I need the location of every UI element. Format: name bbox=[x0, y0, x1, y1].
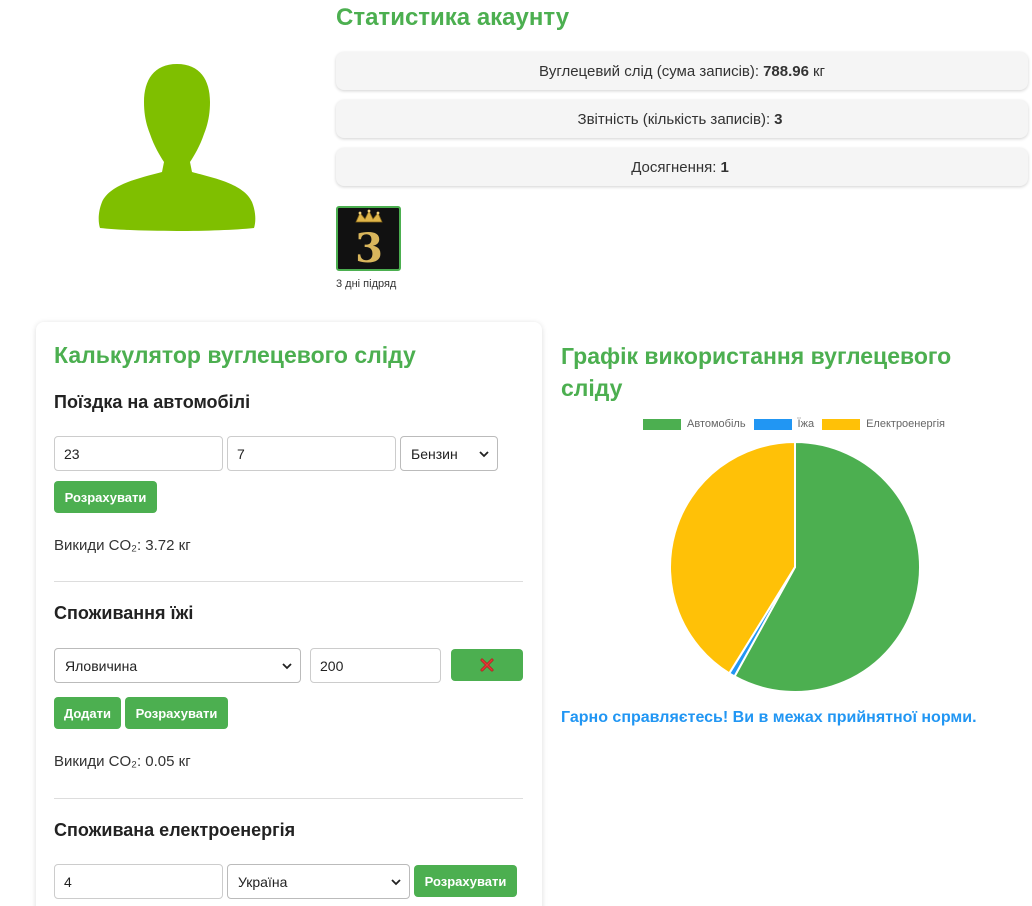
car-calculate-button[interactable]: Розрахувати bbox=[54, 481, 157, 513]
electricity-calculate-button[interactable]: Розрахувати bbox=[414, 865, 517, 897]
car-section-title: Поїздка на автомобілі bbox=[54, 392, 251, 412]
fuel-select[interactable]: Бензин bbox=[400, 436, 498, 471]
food-section-title: Споживання їжі bbox=[54, 603, 194, 623]
pie-chart bbox=[669, 440, 921, 693]
stat-footprint-label: Вуглецевий слід (сума записів): bbox=[538, 62, 760, 80]
country-select-value: Україна bbox=[238, 873, 288, 890]
car-distance-input[interactable]: 23 bbox=[54, 436, 223, 471]
divider bbox=[54, 581, 523, 582]
legend-swatch bbox=[822, 418, 861, 430]
legend-swatch bbox=[753, 418, 792, 430]
food-remove-button[interactable] bbox=[451, 649, 523, 681]
electricity-section-title: Споживана електроенергія bbox=[54, 820, 296, 840]
legend-item[interactable]: Електроенергія bbox=[822, 418, 945, 430]
food-select[interactable]: Яловичина bbox=[54, 648, 301, 683]
stats-title: Статистика акаунту bbox=[336, 4, 570, 31]
fuel-select-value: Бензин bbox=[411, 445, 458, 462]
stat-records: Звітність (кількість записів): 3 bbox=[336, 100, 1028, 138]
calculator-title: Калькулятор вуглецевого сліду bbox=[54, 342, 416, 368]
user-silhouette-icon bbox=[98, 64, 256, 231]
stat-footprint-unit: кг bbox=[812, 62, 825, 80]
legend-item[interactable]: Автомобіль bbox=[643, 418, 746, 430]
badge-caption: 3 дні підряд bbox=[336, 278, 397, 290]
stat-achievements: Досягнення: 1 bbox=[336, 148, 1028, 186]
stat-records-value: 3 bbox=[774, 110, 783, 128]
crown-icon bbox=[355, 209, 383, 223]
chart-legend: Автомобіль Їжа Електроенергія bbox=[643, 418, 953, 430]
chevron-down-icon bbox=[479, 450, 489, 457]
feedback-message: Гарно справляєтесь! Ви в межах прийнятно… bbox=[561, 709, 977, 726]
achievement-badge[interactable]: 3 bbox=[336, 206, 401, 271]
legend-label: Електроенергія bbox=[866, 418, 946, 430]
food-calculate-button[interactable]: Розрахувати bbox=[125, 697, 228, 729]
legend-item[interactable]: Їжа bbox=[753, 418, 815, 430]
car-result: Викиди CO₂: 3.72 кг bbox=[54, 537, 191, 554]
stat-achievements-label: Досягнення: bbox=[631, 158, 717, 176]
food-result: Викиди CO₂: 0.05 кг bbox=[54, 753, 191, 770]
chart-title: Графік використання вуглецевого сліду bbox=[561, 343, 952, 401]
stat-footprint-value: 788.96 bbox=[763, 62, 809, 80]
close-icon bbox=[480, 658, 494, 672]
legend-swatch bbox=[643, 418, 681, 430]
electricity-kwh-input[interactable]: 4 bbox=[54, 864, 223, 899]
stat-footprint: Вуглецевий слід (сума записів): 788.96 к… bbox=[336, 52, 1028, 90]
badge-number: 3 bbox=[355, 225, 383, 269]
food-select-value: Яловичина bbox=[65, 657, 138, 674]
divider bbox=[54, 798, 523, 799]
stat-records-label: Звітність (кількість записів): bbox=[577, 110, 771, 128]
country-select[interactable]: Україна bbox=[227, 864, 410, 899]
stat-achievements-value: 1 bbox=[720, 158, 729, 176]
legend-label: Автомобіль bbox=[687, 418, 746, 430]
car-consumption-input[interactable]: 7 bbox=[227, 436, 396, 471]
chevron-down-icon bbox=[282, 662, 292, 669]
chevron-down-icon bbox=[391, 878, 401, 885]
food-add-button[interactable]: Додати bbox=[54, 697, 121, 729]
food-amount-input[interactable]: 200 bbox=[310, 648, 441, 683]
avatar bbox=[96, 62, 258, 232]
legend-label: Їжа bbox=[797, 418, 815, 430]
